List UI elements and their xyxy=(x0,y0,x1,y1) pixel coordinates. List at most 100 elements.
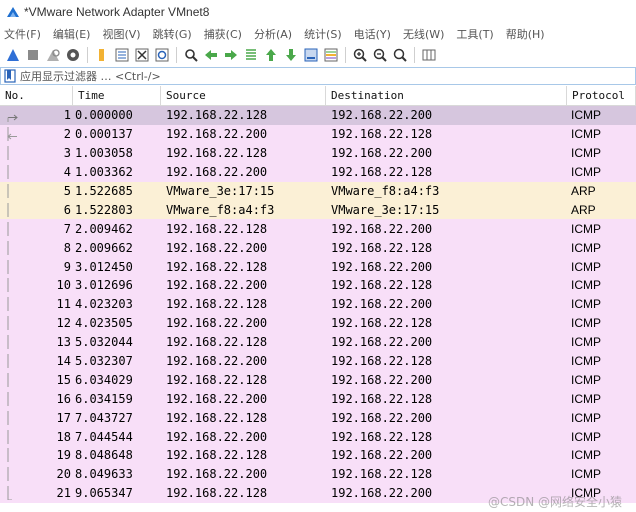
menu-item[interactable]: 无线(W) xyxy=(403,26,444,42)
packet-destination: 192.168.22.128 xyxy=(331,316,433,331)
packet-row[interactable]: 7 2.009462 192.168.22.128 192.168.22.200 ICM… xyxy=(0,219,636,239)
packet-row[interactable]: 8 2.009662 192.168.22.200 192.168.22.128 ICM… xyxy=(0,238,636,258)
packet-row[interactable]: 5 1.522685 VMware_3e:17:15 VMware_f8:a4:f3 A… xyxy=(0,181,636,201)
packet-time: 8.048648 xyxy=(75,448,133,463)
find-packet-magnifier-button[interactable] xyxy=(182,46,200,64)
packet-source: 192.168.22.128 xyxy=(166,448,268,463)
colorize-lines-icon xyxy=(324,48,338,62)
go-forward-arrow-button[interactable] xyxy=(222,46,240,64)
close-file-button[interactable] xyxy=(133,46,151,64)
packet-row[interactable]: 2 0.000137 192.168.22.200 192.168.22.128 ICM… xyxy=(0,124,636,144)
wireshark-fin-icon xyxy=(7,7,19,17)
packet-time: 7.044544 xyxy=(75,429,133,444)
packet-source: 192.168.22.200 xyxy=(166,165,268,180)
resize-columns-button[interactable] xyxy=(420,46,438,64)
packet-destination: 192.168.22.200 xyxy=(331,146,433,161)
packet-row[interactable]: 11 4.023203 192.168.22.128 192.168.22.200 IC… xyxy=(0,294,636,314)
reload-button[interactable] xyxy=(153,46,171,64)
packet-row[interactable]: 19 8.048648 192.168.22.128 192.168.22.200 IC… xyxy=(0,446,636,465)
normal-size-button[interactable] xyxy=(391,46,409,64)
zoom-out-button[interactable] xyxy=(371,46,389,64)
menu-item[interactable]: 捕获(C) xyxy=(204,26,242,42)
packet-protocol: ICMP xyxy=(571,221,601,236)
request-arrow-icon xyxy=(7,115,18,123)
packet-row[interactable]: 3 1.003058 192.168.22.128 192.168.22.200 ICM… xyxy=(0,143,636,163)
open-folder-button[interactable] xyxy=(93,46,111,64)
menu-item[interactable]: 分析(A) xyxy=(254,26,292,42)
packet-protocol: ICMP xyxy=(571,335,601,350)
menu-item[interactable]: 视图(V) xyxy=(102,26,140,42)
restart-fin-button[interactable] xyxy=(44,46,62,64)
shark-fin-start-button[interactable] xyxy=(4,46,22,64)
packet-row[interactable]: 16 6.034159 192.168.22.200 192.168.22.128 IC… xyxy=(0,389,636,409)
packet-row[interactable]: 6 1.522803 VMware_f8:a4:f3 VMware_3e:17:15 A… xyxy=(0,200,636,220)
display-filter-input[interactable] xyxy=(20,68,635,84)
packet-row[interactable]: 9 3.012450 192.168.22.128 192.168.22.200 ICM… xyxy=(0,257,636,277)
packet-no: 19 xyxy=(0,448,73,463)
packet-source: 192.168.22.200 xyxy=(166,354,268,369)
menu-item[interactable]: 工具(T) xyxy=(456,26,493,42)
menu-item[interactable]: 电话(Y) xyxy=(354,26,391,42)
packet-no: 3 xyxy=(0,146,73,161)
conversation-line xyxy=(7,278,9,293)
last-packet-button[interactable] xyxy=(282,46,300,64)
packet-destination: 192.168.22.200 xyxy=(331,297,433,312)
packet-row[interactable]: 1 0.000000 192.168.22.128 192.168.22.200 ICM… xyxy=(0,106,636,125)
packet-no: 21 xyxy=(0,486,73,501)
bookmark-icon[interactable] xyxy=(4,69,16,83)
packet-source: 192.168.22.128 xyxy=(166,410,268,425)
capture-options-gear-button[interactable] xyxy=(64,46,82,64)
column-header-source[interactable]: Source xyxy=(161,86,326,105)
normal-size-icon xyxy=(393,48,407,62)
menu-item[interactable]: 跳转(G) xyxy=(153,26,192,42)
packet-source: 192.168.22.200 xyxy=(166,127,268,142)
menu-item[interactable]: 文件(F) xyxy=(4,26,41,42)
auto-scroll-button[interactable] xyxy=(302,46,320,64)
packet-time: 8.049633 xyxy=(75,467,133,482)
colorize-lines-button[interactable] xyxy=(322,46,340,64)
packet-protocol: ICMP xyxy=(571,297,601,312)
packet-time: 0.000000 xyxy=(75,108,133,123)
menu-item[interactable]: 编辑(E) xyxy=(53,26,91,42)
go-to-packet-button[interactable] xyxy=(242,46,260,64)
packet-no: 5 xyxy=(0,184,73,198)
reply-arrow-icon xyxy=(7,127,17,142)
menu-bar: 文件(F) 编辑(E) 视图(V) 跳转(G) 捕获(C) 分析(A) 统计(S) 电话(Y)… xyxy=(0,24,636,44)
packet-protocol: ICMP xyxy=(571,316,601,331)
first-packet-button[interactable] xyxy=(262,46,280,64)
menu-item[interactable]: 帮助(H) xyxy=(506,26,545,42)
packet-row[interactable]: 12 4.023505 192.168.22.200 192.168.22.128 IC… xyxy=(0,313,636,333)
column-header-destination[interactable]: Destination xyxy=(326,86,567,105)
packet-row[interactable]: 18 7.044544 192.168.22.200 192.168.22.128 IC… xyxy=(0,427,636,447)
packet-row[interactable]: 4 1.003362 192.168.22.200 192.168.22.128 ICM… xyxy=(0,162,636,182)
packet-source: 192.168.22.200 xyxy=(166,316,268,331)
column-header-protocol[interactable]: Protocol xyxy=(567,86,636,105)
save-file-button[interactable] xyxy=(113,46,131,64)
packet-no: 15 xyxy=(0,372,73,387)
zoom-out-icon xyxy=(373,48,387,62)
packet-protocol: ICMP xyxy=(571,467,601,482)
conversation-line xyxy=(7,184,9,198)
packet-row[interactable]: 20 8.049633 192.168.22.200 192.168.22.128 IC… xyxy=(0,464,636,484)
packet-no: 1 xyxy=(0,108,73,123)
packet-no: 7 xyxy=(0,221,73,236)
go-back-arrow-button[interactable] xyxy=(202,46,220,64)
conversation-line xyxy=(7,202,9,217)
column-header-time[interactable]: Time xyxy=(73,86,161,105)
stop-square-button[interactable] xyxy=(24,46,42,64)
packet-row[interactable]: 13 5.032044 192.168.22.128 192.168.22.200 IC… xyxy=(0,332,636,352)
packet-destination: 192.168.22.200 xyxy=(331,335,433,350)
menu-item[interactable]: 统计(S) xyxy=(304,26,342,42)
packet-row[interactable]: 15 6.034029 192.168.22.128 192.168.22.200 IC… xyxy=(0,370,636,390)
packet-no: 14 xyxy=(0,354,73,369)
zoom-in-button[interactable] xyxy=(351,46,369,64)
packet-row[interactable]: 17 7.043727 192.168.22.128 192.168.22.200 IC… xyxy=(0,408,636,428)
column-header-no[interactable]: No. xyxy=(0,86,73,105)
packet-time: 1.522803 xyxy=(75,202,133,217)
packet-no: 18 xyxy=(0,429,73,444)
packet-no: 8 xyxy=(0,240,73,255)
packet-row[interactable]: 10 3.012696 192.168.22.200 192.168.22.128 IC… xyxy=(0,276,636,295)
packet-source: 192.168.22.128 xyxy=(166,221,268,236)
find-packet-magnifier-icon xyxy=(185,49,198,62)
packet-row[interactable]: 14 5.032307 192.168.22.200 192.168.22.128 IC… xyxy=(0,351,636,371)
